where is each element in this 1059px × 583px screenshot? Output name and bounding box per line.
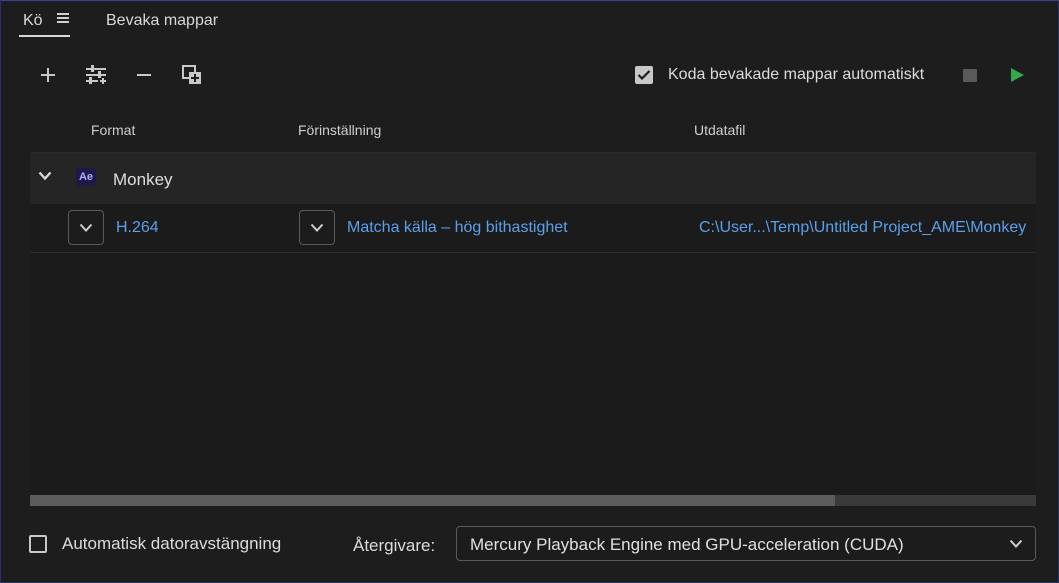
auto-encode-checkbox[interactable] [635, 66, 653, 84]
preset-settings-button[interactable] [81, 59, 111, 91]
renderer-label: Återgivare: [353, 536, 436, 555]
after-effects-icon: Ae [76, 168, 96, 186]
auto-shutdown-checkbox[interactable] [29, 535, 47, 553]
plus-icon [41, 68, 55, 82]
preset-dropdown-button[interactable] [299, 210, 335, 245]
sliders-icon [86, 65, 106, 84]
format-dropdown-button[interactable] [68, 210, 104, 245]
format-link[interactable]: H.264 [116, 219, 159, 237]
remove-button[interactable] [129, 59, 159, 91]
checkmark-icon [637, 70, 651, 81]
media-encoder-queue-panel: Kö Bevaka mappar Koda bevakade mappar au… [0, 0, 1059, 583]
auto-encode-option[interactable]: Koda bevakade mappar automatiskt [635, 65, 924, 85]
chevron-down-icon[interactable] [38, 171, 52, 181]
column-header-preset[interactable]: Förinställning [298, 122, 381, 138]
renderer-value: Mercury Playback Engine med GPU-accelera… [470, 535, 904, 554]
start-queue-button[interactable] [1011, 68, 1024, 82]
queue-group-name: Monkey [113, 170, 173, 189]
chevron-down-icon [310, 223, 324, 232]
output-file-link[interactable]: C:\User...\Temp\Untitled Project_AME\Mon… [699, 219, 1026, 237]
auto-shutdown-option[interactable]: Automatisk datoravstängning [29, 534, 281, 554]
tab-watch-folders[interactable]: Bevaka mappar [106, 11, 218, 37]
duplicate-button[interactable] [177, 59, 207, 91]
column-header-format[interactable]: Format [91, 122, 135, 138]
preset-link[interactable]: Matcha källa – hög bithastighet [347, 219, 568, 237]
queue-group-row[interactable]: Ae Monkey [30, 153, 1036, 204]
panel-tabs: Kö Bevaka mappar [1, 1, 1058, 41]
queue-item-row[interactable]: H.264 Matcha källa – hög bithastighet C:… [30, 204, 1036, 253]
horizontal-scrollbar[interactable] [30, 495, 1036, 506]
auto-shutdown-label: Automatisk datoravstängning [62, 534, 282, 553]
add-source-button[interactable] [33, 59, 63, 91]
tab-queue-label: Kö [23, 12, 43, 29]
queue-toolbar: Koda bevakade mappar automatiskt [1, 59, 1058, 91]
duplicate-icon [182, 65, 201, 84]
chevron-down-icon [79, 223, 93, 232]
panel-menu-icon[interactable] [57, 12, 70, 23]
auto-encode-label: Koda bevakade mappar automatiskt [668, 66, 925, 83]
stop-queue-button[interactable] [963, 69, 977, 82]
queue-list: Ae Monkey H.264 Matcha källa – hög bitha… [30, 152, 1036, 507]
active-tab-indicator [19, 35, 70, 37]
minus-icon [137, 74, 151, 76]
chevron-down-icon [1009, 539, 1023, 548]
scrollbar-thumb[interactable] [30, 495, 835, 506]
tab-queue[interactable]: Kö [23, 11, 70, 37]
column-header-output[interactable]: Utdatafil [694, 122, 745, 138]
renderer-select[interactable]: Mercury Playback Engine med GPU-accelera… [456, 526, 1036, 561]
